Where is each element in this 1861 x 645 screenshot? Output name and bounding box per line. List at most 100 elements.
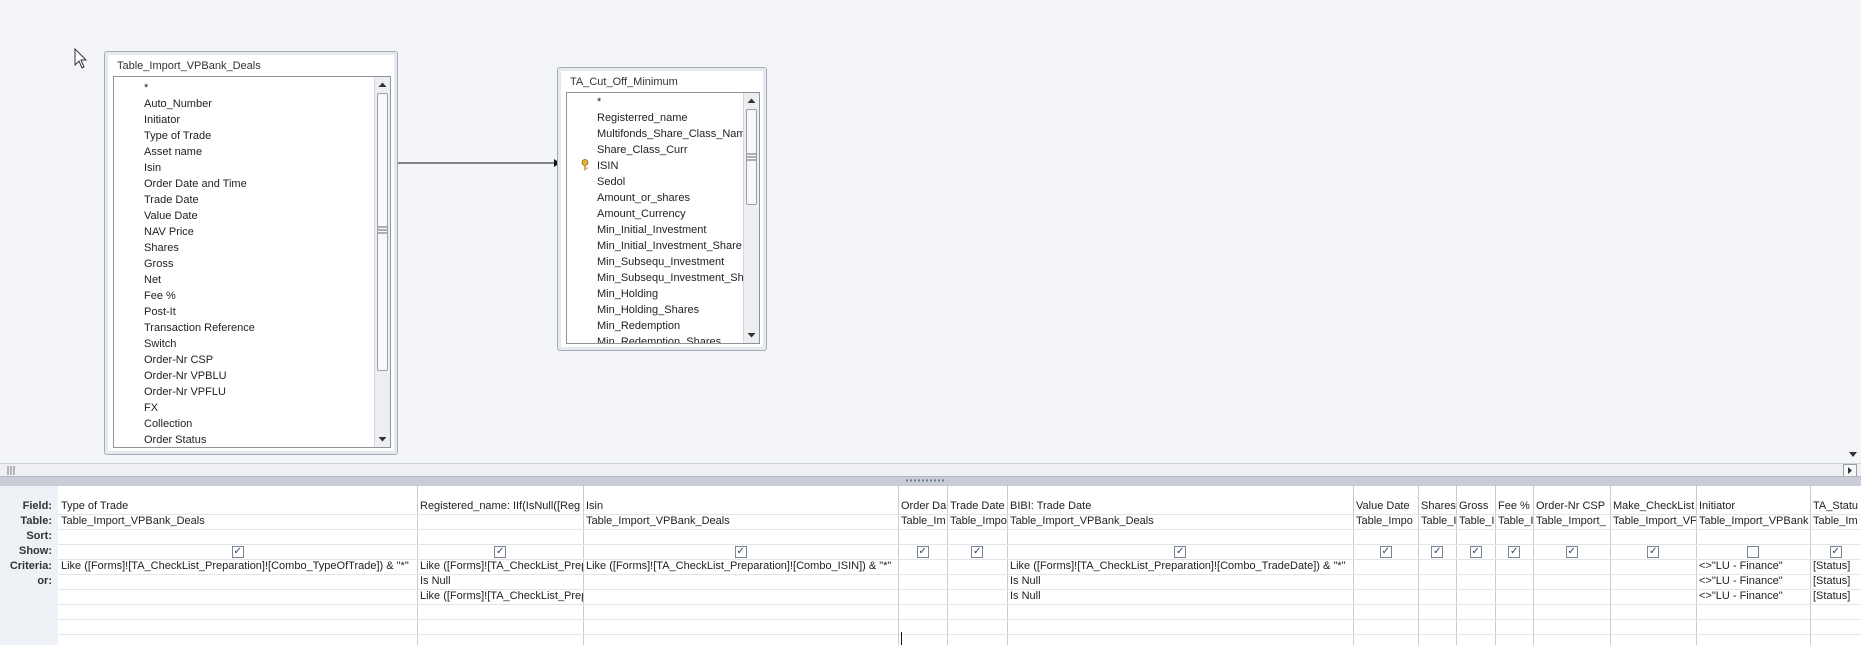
field-list-item[interactable]: Order Date and Time xyxy=(114,176,375,192)
grid-cell-or1[interactable] xyxy=(947,574,1007,590)
grid-cell-field[interactable]: Shares xyxy=(1418,499,1456,515)
grid-cell-empty[interactable] xyxy=(1495,604,1533,620)
grid-cell-or2[interactable]: <>"LU - Finance" xyxy=(1696,589,1810,605)
grid-cell-field[interactable]: TA_Statu xyxy=(1810,499,1861,515)
grid-cell-criteria[interactable] xyxy=(1353,559,1418,575)
grid-cell-or2[interactable] xyxy=(898,589,947,605)
field-list-item[interactable]: Post-It xyxy=(114,304,375,320)
grid-column[interactable]: Value Date Table_Impo xyxy=(1353,486,1419,645)
field-list-item[interactable]: Switch xyxy=(114,336,375,352)
field-list-item[interactable]: Min_Initial_Investment xyxy=(567,222,744,238)
field-list-item[interactable]: Transaction Reference xyxy=(114,320,375,336)
grid-column[interactable]: Order Da Table_Im xyxy=(898,486,948,645)
table-list-right[interactable]: TA_Cut_Off_Minimum * Registerred_name Mult… xyxy=(557,67,767,351)
show-checkbox[interactable] xyxy=(1647,544,1659,559)
grid-column[interactable]: Registered_name: IIf(IsNull([Reg Like ([F… xyxy=(417,486,584,645)
grid-cell-empty[interactable] xyxy=(1610,619,1696,635)
grid-cell-empty[interactable] xyxy=(417,604,583,620)
field-list-item[interactable]: Isin xyxy=(114,160,375,176)
grid-column[interactable]: Trade Date Table_Impo xyxy=(947,486,1008,645)
field-list-item[interactable]: Share_Class_Curr xyxy=(567,142,744,158)
grid-cell-or1[interactable] xyxy=(1353,574,1418,590)
grid-cell-or2[interactable] xyxy=(1495,589,1533,605)
grid-cell-empty[interactable] xyxy=(1810,619,1861,635)
grid-cell-or1[interactable]: [Status] xyxy=(1810,574,1861,590)
grid-cell-table[interactable]: Table_I xyxy=(1456,514,1495,530)
grid-cell-or2[interactable] xyxy=(1418,589,1456,605)
field-list-item[interactable]: Registerred_name xyxy=(567,110,744,126)
show-checkbox[interactable] xyxy=(494,544,506,559)
grid-cell-field[interactable]: Gross xyxy=(1456,499,1495,515)
field-list[interactable]: * Auto_Number Initiator Type of Trade Asset … xyxy=(113,76,391,448)
show-checkbox[interactable] xyxy=(1469,544,1482,559)
grid-cell-sort[interactable] xyxy=(1533,529,1610,545)
grid-cell-empty[interactable] xyxy=(947,604,1007,620)
grid-cell-field[interactable]: Isin xyxy=(583,499,898,515)
field-list-item[interactable]: * xyxy=(567,94,744,110)
grid-cell-or1[interactable] xyxy=(1610,574,1696,590)
vertical-scrollbar[interactable] xyxy=(374,77,390,447)
field-list-item[interactable]: Order-Nr VPFLU xyxy=(114,384,375,400)
grid-cell-criteria[interactable] xyxy=(1418,559,1456,575)
grid-cell-or2[interactable] xyxy=(58,589,417,605)
grid-cell-or1[interactable] xyxy=(1456,574,1495,590)
grid-cell-empty[interactable] xyxy=(583,604,898,620)
grid-cell-table[interactable]: Table_I xyxy=(1495,514,1533,530)
field-list-item[interactable]: FX xyxy=(114,400,375,416)
grid-cell-or2[interactable] xyxy=(1610,589,1696,605)
show-checkbox[interactable] xyxy=(1431,544,1443,559)
field-list-item[interactable]: Initiator xyxy=(114,112,375,128)
field-list-item[interactable]: Min_Subsequ_Investment xyxy=(567,254,744,270)
field-list-item[interactable]: Type of Trade xyxy=(114,128,375,144)
grid-cell-or1[interactable] xyxy=(1495,574,1533,590)
field-list-item[interactable]: Net xyxy=(114,272,375,288)
grid-cell-field[interactable]: Order-Nr CSP xyxy=(1533,499,1610,515)
field-list-item[interactable]: Order-Nr CSP xyxy=(114,352,375,368)
grid-cell-or2[interactable] xyxy=(583,589,898,605)
horizontal-scrollbar-upper[interactable] xyxy=(0,463,1861,477)
grid-cell-table[interactable]: Table_Import_VPBank_Deals xyxy=(58,514,417,530)
grid-cell-empty[interactable] xyxy=(947,619,1007,635)
grid-cell-empty[interactable] xyxy=(1610,604,1696,620)
grid-cell-sort[interactable] xyxy=(58,529,417,545)
grid-cell-criteria[interactable] xyxy=(1533,559,1610,575)
grid-column[interactable]: Order-Nr CSP Table_Import_ xyxy=(1533,486,1611,645)
grid-cell-or2[interactable]: [Status] xyxy=(1810,589,1861,605)
grid-cell-table[interactable]: Table_Im xyxy=(898,514,947,530)
show-checkbox[interactable] xyxy=(1379,544,1392,559)
field-list-item[interactable]: Collection xyxy=(114,416,375,432)
grid-cell-empty[interactable] xyxy=(1810,604,1861,620)
show-checkbox[interactable] xyxy=(971,544,983,559)
grid-cell-empty[interactable] xyxy=(1456,619,1495,635)
vertical-scrollbar[interactable] xyxy=(743,93,759,343)
grid-cell-field[interactable]: Fee % xyxy=(1495,499,1533,515)
grid-cell-empty[interactable] xyxy=(1007,619,1353,635)
grid-cell-criteria[interactable] xyxy=(898,559,947,575)
grid-cell-field[interactable]: Registered_name: IIf(IsNull([Reg xyxy=(417,499,583,515)
grid-cell-or2[interactable] xyxy=(1353,589,1418,605)
grid-cell-sort[interactable] xyxy=(1353,529,1418,545)
show-checkbox[interactable] xyxy=(734,544,747,559)
grid-cell-table[interactable] xyxy=(417,514,583,530)
grid-cell-sort[interactable] xyxy=(1810,529,1861,545)
field-list[interactable]: * Registerred_name Multifonds_Share_Class_… xyxy=(566,92,760,344)
show-checkbox[interactable] xyxy=(1508,544,1520,559)
grid-cell-empty[interactable] xyxy=(417,619,583,635)
grid-column[interactable]: Type of Trade Table_Import_VPBank_Deals Li… xyxy=(58,486,418,645)
grid-cell-empty[interactable] xyxy=(1495,619,1533,635)
grid-cell-sort[interactable] xyxy=(1610,529,1696,545)
field-list-item[interactable]: * xyxy=(114,80,375,96)
grid-cell-criteria[interactable]: Like ([Forms]![TA_CheckList_Preparation]… xyxy=(583,559,898,575)
grid-cell-empty[interactable] xyxy=(1696,604,1810,620)
grid-cell-table[interactable]: Table_Import_VF xyxy=(1610,514,1696,530)
grid-cell-field[interactable]: Initiator xyxy=(1696,499,1810,515)
splitter-grip-icon[interactable] xyxy=(906,478,946,483)
grid-cell-or2[interactable] xyxy=(1533,589,1610,605)
grid-column[interactable]: Gross Table_I xyxy=(1456,486,1496,645)
field-list-item[interactable]: Amount_Currency xyxy=(567,206,744,222)
grid-cell-criteria[interactable] xyxy=(1456,559,1495,575)
grid-cell-sort[interactable] xyxy=(1007,529,1353,545)
grid-cell-or2[interactable]: Is Null xyxy=(1007,589,1353,605)
scroll-down-icon[interactable] xyxy=(375,432,390,446)
grid-cell-sort[interactable] xyxy=(947,529,1007,545)
